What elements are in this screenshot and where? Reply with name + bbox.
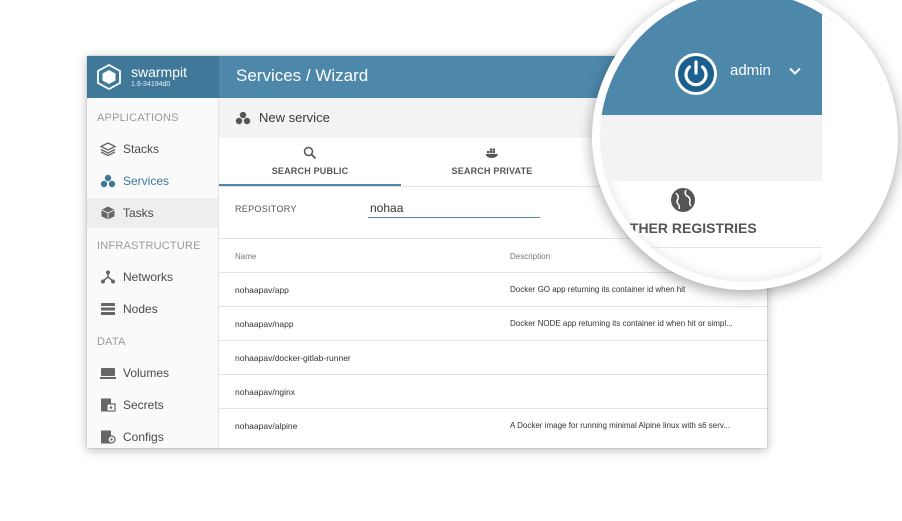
power-icon — [684, 60, 708, 87]
table-row[interactable]: nohaapav/nginx — [219, 374, 767, 408]
magnified-divider — [600, 247, 832, 248]
cell-name: nohaapav/alpine — [235, 421, 298, 431]
sidebar-section-infrastructure: INFRASTRUCTURE — [97, 240, 201, 252]
sidebar-item-label: Configs — [123, 430, 164, 444]
services-icon — [235, 111, 251, 125]
sidebar-item-nodes[interactable]: Nodes — [87, 294, 218, 324]
sidebar-item-tasks[interactable]: Tasks — [87, 198, 218, 228]
globe-icon — [671, 188, 695, 212]
cell-description: Docker NODE app returning its container … — [510, 319, 733, 328]
cell-name: nohaapav/napp — [235, 319, 294, 329]
tab-label: SEARCH PUBLIC — [271, 166, 349, 176]
sidebar: APPLICATIONS Stacks Services Tasks INFRA… — [87, 98, 219, 448]
stacks-icon — [100, 142, 116, 156]
tasks-icon — [101, 206, 115, 220]
subheader-title: New service — [259, 110, 330, 125]
magnified-window-edge — [822, 0, 890, 282]
cell-name: nohaapav/docker-gitlab-runner — [235, 353, 351, 363]
sidebar-section-data: DATA — [97, 336, 126, 348]
table-row[interactable]: nohaapav/napp Docker NODE app returning … — [219, 306, 767, 340]
table-row[interactable]: nohaapav/alpine A Docker image for runni… — [219, 408, 767, 442]
nodes-icon — [101, 303, 115, 315]
magnified-top-bar — [600, 0, 832, 115]
secrets-icon — [101, 398, 116, 412]
brand[interactable]: swarmpit 1.6-34194d0 — [87, 56, 219, 98]
repository-label: REPOSITORY — [235, 204, 297, 214]
tab-label: OTHER REGISTRIES — [619, 220, 757, 236]
sidebar-item-configs[interactable]: Configs — [87, 422, 218, 448]
search-icon — [303, 146, 317, 160]
sidebar-item-label: Stacks — [123, 142, 160, 156]
sidebar-item-label: Volumes — [123, 366, 170, 380]
sidebar-item-label: Secrets — [123, 398, 164, 412]
table-row[interactable]: nohaapav/docker-gitlab-runner — [219, 340, 767, 374]
magnifier-lens: admin OTHER REGISTRIES — [592, 0, 898, 290]
tab-search-public[interactable]: SEARCH PUBLIC — [219, 138, 401, 186]
sidebar-item-networks[interactable]: Networks — [87, 262, 218, 292]
chevron-down-icon[interactable] — [788, 64, 802, 78]
brand-version: 1.6-34194d0 — [131, 81, 171, 88]
sidebar-item-label: Nodes — [123, 302, 158, 316]
sidebar-item-stacks[interactable]: Stacks — [87, 134, 218, 164]
magnified-subheader — [600, 115, 832, 181]
tab-search-private[interactable]: SEARCH PRIVATE — [401, 138, 583, 186]
column-header-name: Name — [235, 252, 257, 261]
cell-description: A Docker image for running minimal Alpin… — [510, 421, 730, 430]
sidebar-item-volumes[interactable]: Volumes — [87, 358, 218, 388]
docker-icon — [485, 148, 498, 158]
sidebar-item-secrets[interactable]: Secrets — [87, 390, 218, 420]
sidebar-item-label: Networks — [123, 270, 174, 284]
sidebar-item-label: Tasks — [123, 206, 154, 220]
swarmpit-logo-icon — [97, 64, 121, 90]
sidebar-section-applications: APPLICATIONS — [97, 112, 179, 124]
user-avatar[interactable] — [675, 53, 717, 95]
services-icon — [100, 174, 116, 188]
networks-icon — [101, 270, 115, 284]
user-name[interactable]: admin — [730, 62, 771, 79]
cell-name: nohaapav/nginx — [235, 387, 296, 397]
volumes-icon — [100, 368, 116, 379]
configs-icon — [101, 430, 116, 444]
page-title: Services / Wizard — [236, 66, 369, 85]
cell-name: nohaapav/app — [235, 285, 289, 295]
sidebar-item-services[interactable]: Services — [87, 166, 218, 196]
sidebar-item-label: Services — [123, 174, 170, 188]
brand-name: swarmpit — [131, 64, 188, 80]
tab-label: SEARCH PRIVATE — [451, 166, 533, 176]
repository-input[interactable] — [368, 198, 540, 218]
